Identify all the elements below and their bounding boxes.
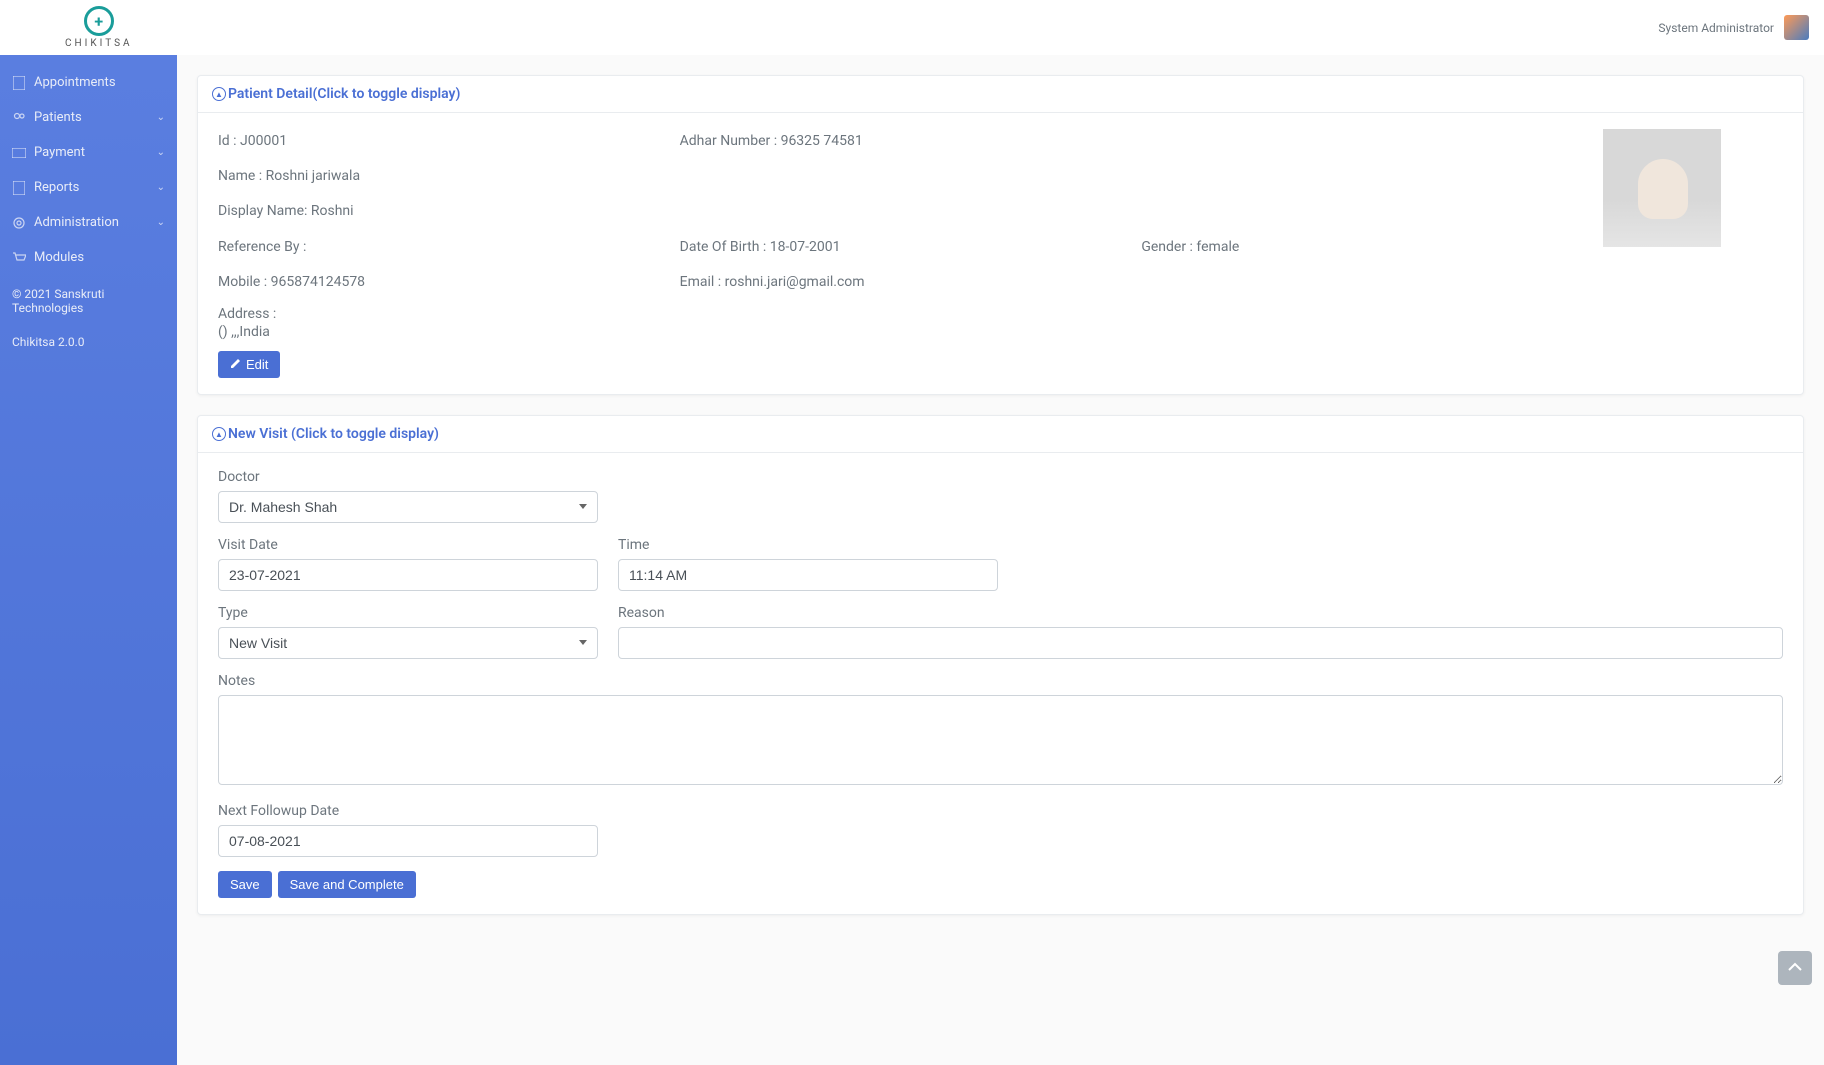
edit-icon <box>230 357 242 372</box>
doctor-select[interactable]: Dr. Mahesh Shah <box>218 491 598 523</box>
type-label: Type <box>218 605 598 621</box>
sidebar-item-patients[interactable]: Patients ⌄ <box>0 100 177 135</box>
time-input[interactable] <box>618 559 998 591</box>
new-visit-header: New Visit (Click to toggle display) <box>228 426 439 442</box>
new-visit-card: ▲ New Visit (Click to toggle display) Do… <box>197 415 1804 915</box>
type-select[interactable]: New Visit <box>218 627 598 659</box>
arrow-up-icon: ▲ <box>212 427 226 441</box>
patient-photo <box>1603 129 1721 247</box>
chevron-down-icon: ⌄ <box>157 182 165 193</box>
copyright-text: © 2021 Sanskruti Technologies <box>12 287 165 315</box>
arrow-up-icon: ▲ <box>212 87 226 101</box>
top-header: CHIKITSA System Administrator <box>0 0 1824 55</box>
scroll-to-top-button[interactable] <box>1778 951 1812 985</box>
user-avatar-icon[interactable] <box>1784 15 1809 40</box>
patient-reference: Reference By : <box>218 235 660 260</box>
notes-label: Notes <box>218 673 1783 689</box>
visit-date-label: Visit Date <box>218 537 598 553</box>
logo[interactable]: CHIKITSA <box>65 6 133 49</box>
sidebar-item-label: Modules <box>34 250 84 265</box>
sidebar-item-appointments[interactable]: Appointments <box>0 65 177 100</box>
patient-dob: Date Of Birth : 18-07-2001 <box>680 235 1122 260</box>
sidebar-item-modules[interactable]: Modules <box>0 240 177 275</box>
time-label: Time <box>618 537 998 553</box>
followup-label: Next Followup Date <box>218 803 598 819</box>
chevron-up-icon <box>1788 960 1802 976</box>
patient-id: Id : J00001 <box>218 129 660 154</box>
doctor-label: Doctor <box>218 469 598 485</box>
patient-detail-toggle[interactable]: ▲ Patient Detail(Click to toggle display… <box>198 76 1803 113</box>
logo-text: CHIKITSA <box>65 38 133 49</box>
sidebar-item-reports[interactable]: Reports ⌄ <box>0 170 177 205</box>
chevron-down-icon: ⌄ <box>157 147 165 158</box>
patient-detail-header: Patient Detail(Click to toggle display) <box>228 86 460 102</box>
sidebar-item-label: Appointments <box>34 75 116 90</box>
patient-gender: Gender : female <box>1141 235 1583 260</box>
sidebar-item-label: Reports <box>34 180 79 195</box>
patient-address: Address : () ,,,India <box>218 305 1583 341</box>
patient-detail-card: ▲ Patient Detail(Click to toggle display… <box>197 75 1804 395</box>
sidebar-item-label: Administration <box>34 215 119 230</box>
patient-email: Email : roshni.jari@gmail.com <box>680 270 1122 295</box>
main-content: ▲ Patient Detail(Click to toggle display… <box>177 55 1824 1065</box>
reason-input[interactable] <box>618 627 1783 659</box>
cart-icon <box>12 251 26 265</box>
reason-label: Reason <box>618 605 1783 621</box>
notes-textarea[interactable] <box>218 695 1783 785</box>
new-visit-toggle[interactable]: ▲ New Visit (Click to toggle display) <box>198 416 1803 453</box>
patient-adhar: Adhar Number : 96325 74581 <box>680 129 1122 154</box>
patient-mobile: Mobile : 965874124578 <box>218 270 660 295</box>
sidebar-item-payment[interactable]: Payment ⌄ <box>0 135 177 170</box>
patient-photo-container <box>1603 129 1783 247</box>
sidebar-item-label: Patients <box>34 110 82 125</box>
sidebar: Appointments Patients ⌄ Payment ⌄ <box>0 55 177 1065</box>
chevron-down-icon: ⌄ <box>157 112 165 123</box>
payment-icon <box>12 146 26 160</box>
admin-label[interactable]: System Administrator <box>1658 21 1774 35</box>
patient-display-name: Display Name: Roshni <box>218 199 1583 224</box>
visit-date-input[interactable] <box>218 559 598 591</box>
save-complete-button[interactable]: Save and Complete <box>278 871 416 898</box>
sidebar-item-label: Payment <box>34 145 85 160</box>
followup-input[interactable] <box>218 825 598 857</box>
logo-icon <box>84 6 114 36</box>
version-text: Chikitsa 2.0.0 <box>12 335 165 349</box>
users-icon <box>12 111 26 125</box>
sidebar-item-administration[interactable]: Administration ⌄ <box>0 205 177 240</box>
patient-name: Name : Roshni jariwala <box>218 164 1583 189</box>
chevron-down-icon: ⌄ <box>157 217 165 228</box>
document-icon <box>12 181 26 195</box>
edit-button[interactable]: Edit <box>218 351 280 378</box>
save-button[interactable]: Save <box>218 871 272 898</box>
gear-icon <box>12 216 26 230</box>
document-icon <box>12 76 26 90</box>
